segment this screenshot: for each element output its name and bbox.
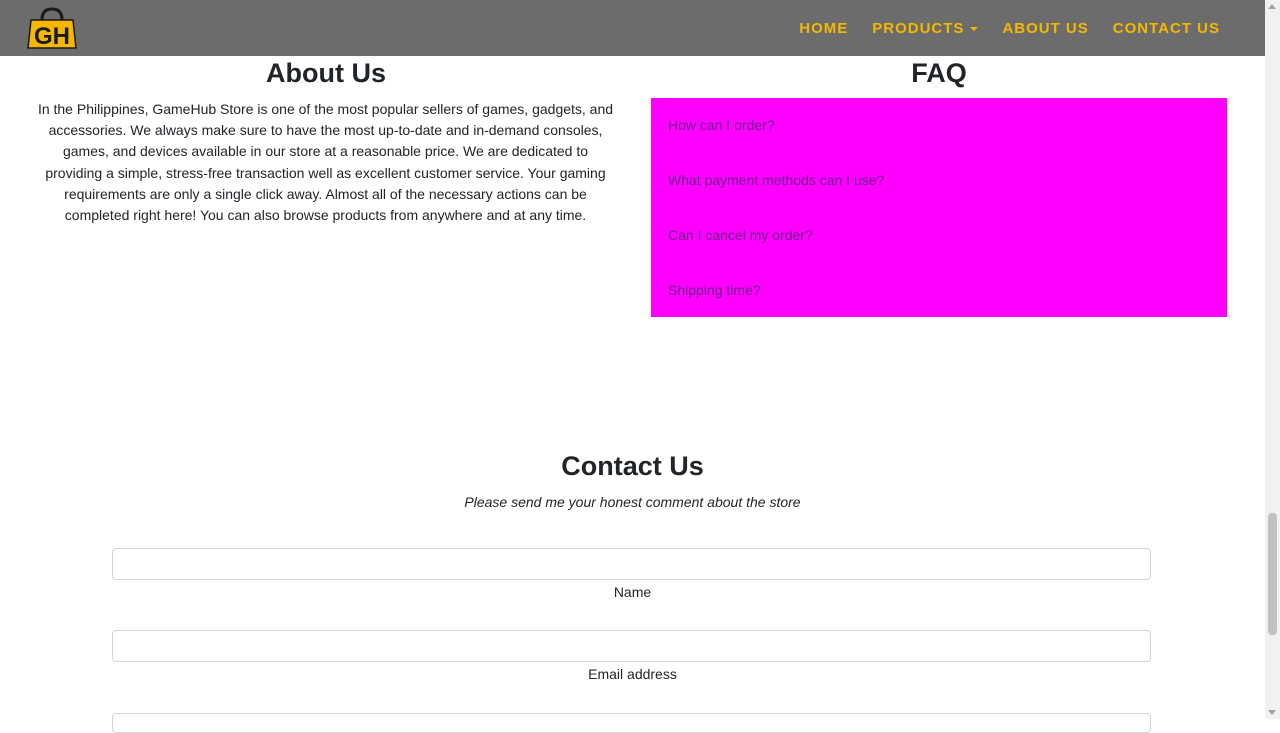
nav-about-us[interactable]: ABOUT US — [1002, 20, 1088, 37]
scroll-down-icon[interactable] — [1268, 710, 1276, 715]
nav-products-dropdown[interactable]: PRODUCTS — [872, 20, 979, 37]
name-field[interactable] — [112, 548, 1151, 580]
about-text: In the Philippines, GameHub Store is one… — [37, 101, 614, 224]
name-label: Name — [613, 584, 652, 600]
nav-products-label[interactable]: PRODUCTS — [872, 20, 964, 37]
gamehub-logo[interactable]: GH — [26, 6, 78, 50]
email-field[interactable] — [112, 630, 1151, 662]
contact-title: Contact Us — [561, 451, 704, 481]
about-title: About Us — [266, 58, 386, 88]
email-label: Email address — [588, 666, 677, 682]
faq-accordion: How can I order? What payment methods ca… — [651, 98, 1227, 317]
faq-title: FAQ — [911, 58, 967, 88]
nav-contact-us[interactable]: CONTACT US — [1113, 20, 1220, 37]
nav-home[interactable]: HOME — [799, 20, 848, 37]
contact-subtitle: Please send me your honest comment about… — [464, 494, 801, 510]
message-field[interactable] — [112, 713, 1151, 733]
scroll-up-icon[interactable] — [1268, 4, 1276, 9]
nav-about-label[interactable]: ABOUT US — [1002, 20, 1088, 37]
nav-home-label[interactable]: HOME — [799, 20, 848, 37]
navbar: GH HOME PRODUCTS ABOUT US CONTACT US — [0, 0, 1265, 56]
nav-contact-label[interactable]: CONTACT US — [1113, 20, 1220, 37]
chevron-down-icon[interactable] — [970, 26, 979, 31]
page-scrollbar[interactable] — [1265, 0, 1280, 719]
faq-item-cancel[interactable]: Can I cancel my order? — [668, 227, 813, 243]
nav-links: HOME PRODUCTS ABOUT US CONTACT US — [775, 0, 1220, 56]
faq-item-shipping[interactable]: Shipping time? — [668, 282, 761, 298]
svg-text:GH: GH — [34, 23, 70, 50]
faq-item-order[interactable]: How can I order? — [668, 117, 775, 133]
faq-item-payment[interactable]: What payment methods can I use? — [668, 172, 884, 188]
scrollbar-thumb[interactable] — [1268, 513, 1277, 635]
